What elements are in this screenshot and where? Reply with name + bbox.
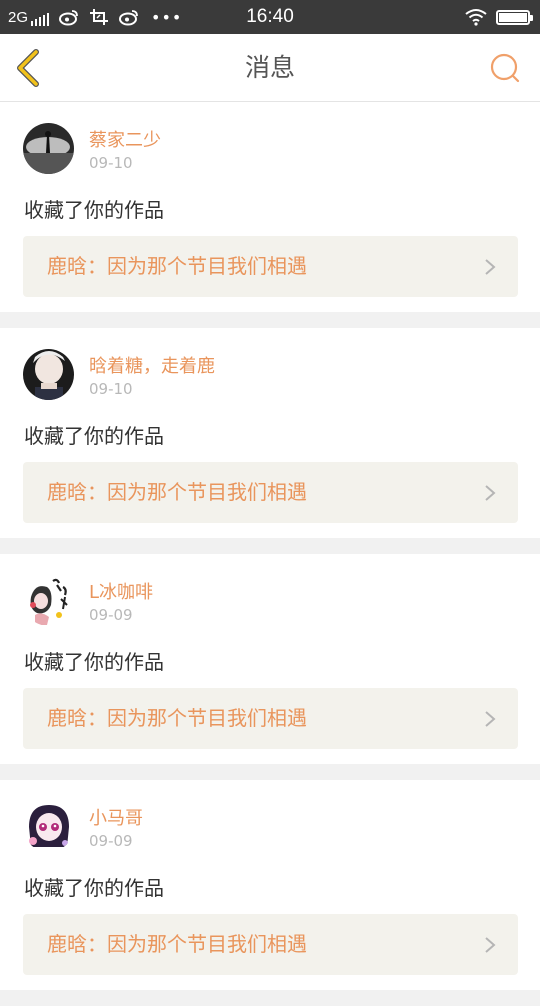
message-card: L冰咖啡 09-09 收藏了你的作品 鹿晗：因为那个节目我们相遇 bbox=[0, 554, 540, 764]
message-card: 蔡家二少 09-10 收藏了你的作品 鹿晗：因为那个节目我们相遇 bbox=[0, 102, 540, 312]
work-title: 鹿晗：因为那个节目我们相遇 bbox=[47, 480, 307, 504]
work-link[interactable]: 鹿晗：因为那个节目我们相遇 bbox=[23, 236, 518, 297]
message-date: 09-10 bbox=[89, 154, 133, 172]
avatar[interactable] bbox=[23, 123, 74, 174]
message-card: 晗着糖，走着鹿 09-10 收藏了你的作品 鹿晗：因为那个节目我们相遇 bbox=[0, 328, 540, 538]
username[interactable]: 小马哥 bbox=[89, 804, 143, 830]
battery-icon bbox=[496, 9, 533, 25]
message-date: 09-10 bbox=[89, 380, 133, 398]
work-link[interactable]: 鹿晗：因为那个节目我们相遇 bbox=[23, 688, 518, 749]
chevron-right-icon bbox=[485, 937, 496, 953]
avatar[interactable] bbox=[23, 801, 74, 852]
action-text: 收藏了你的作品 bbox=[24, 424, 164, 448]
status-time: 16:40 bbox=[246, 6, 294, 27]
work-title: 鹿晗：因为那个节目我们相遇 bbox=[47, 254, 307, 278]
chevron-right-icon bbox=[485, 485, 496, 501]
wifi-icon bbox=[465, 9, 487, 26]
search-button[interactable] bbox=[488, 51, 522, 85]
username[interactable]: 蔡家二少 bbox=[89, 126, 161, 152]
avatar-image bbox=[23, 349, 74, 400]
message-list: 蔡家二少 09-10 收藏了你的作品 鹿晗：因为那个节目我们相遇 晗着糖，走着鹿… bbox=[0, 102, 540, 1006]
message-date: 09-09 bbox=[89, 832, 133, 850]
work-link[interactable]: 鹿晗：因为那个节目我们相遇 bbox=[23, 914, 518, 975]
username[interactable]: 晗着糖，走着鹿 bbox=[89, 352, 215, 378]
chevron-right-icon bbox=[485, 259, 496, 275]
action-text: 收藏了你的作品 bbox=[24, 198, 164, 222]
status-bar: 2G ••• 16:40 bbox=[0, 0, 540, 34]
status-right-icons bbox=[464, 0, 533, 34]
username[interactable]: L冰咖啡 bbox=[89, 578, 153, 604]
page-title: 消息 bbox=[244, 53, 295, 82]
avatar-image bbox=[23, 801, 74, 852]
search-icon bbox=[490, 53, 520, 83]
action-text: 收藏了你的作品 bbox=[24, 650, 164, 674]
chevron-right-icon bbox=[485, 711, 496, 727]
work-title: 鹿晗：因为那个节目我们相遇 bbox=[47, 932, 307, 956]
avatar-image bbox=[23, 575, 74, 626]
message-card: 小马哥 09-09 收藏了你的作品 鹿晗：因为那个节目我们相遇 bbox=[0, 780, 540, 990]
action-text: 收藏了你的作品 bbox=[24, 876, 164, 900]
message-date: 09-09 bbox=[89, 606, 133, 624]
avatar[interactable] bbox=[23, 349, 74, 400]
work-link[interactable]: 鹿晗：因为那个节目我们相遇 bbox=[23, 462, 518, 523]
avatar[interactable] bbox=[23, 575, 74, 626]
avatar-image bbox=[23, 123, 74, 174]
nav-header: 消息 bbox=[0, 34, 540, 102]
work-title: 鹿晗：因为那个节目我们相遇 bbox=[47, 706, 307, 730]
